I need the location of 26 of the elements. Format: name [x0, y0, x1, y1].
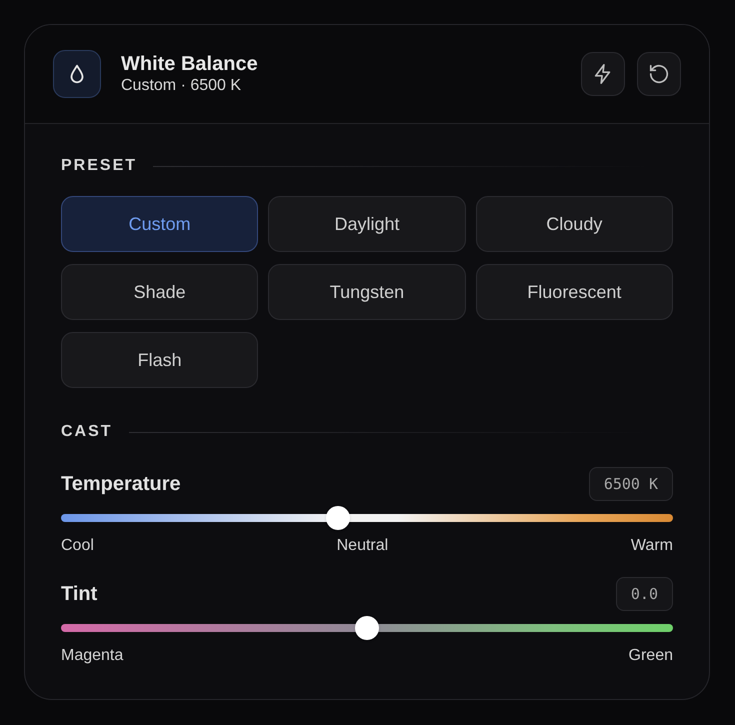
preset-button[interactable]: Fluorescent: [476, 264, 673, 320]
slider-label: Tint: [61, 582, 98, 607]
value-field[interactable]: 0.0: [616, 577, 673, 611]
value-field[interactable]: 6500 K: [588, 467, 673, 501]
slider-thumb[interactable]: [326, 506, 350, 530]
lightning-button[interactable]: [581, 52, 625, 96]
scale-label: Neutral: [336, 536, 388, 556]
preset-button[interactable]: Daylight: [268, 196, 466, 252]
scale-label: Warm: [630, 536, 673, 556]
preset-button[interactable]: Flash: [61, 332, 258, 388]
reset-icon: [648, 63, 670, 85]
section-heading: CAST: [61, 422, 113, 442]
preset-button[interactable]: Custom: [61, 196, 258, 252]
preset-button[interactable]: Shade: [61, 264, 258, 320]
section-heading: PRESET: [61, 156, 138, 176]
slider-thumb[interactable]: [355, 616, 379, 640]
scale-label: Green: [628, 646, 673, 666]
slider-label: Temperature: [61, 472, 181, 497]
reset-button[interactable]: [637, 52, 681, 96]
preset-button[interactable]: Tungsten: [268, 264, 466, 320]
preset-button[interactable]: Cloudy: [476, 196, 673, 252]
scale-label: Cool: [61, 536, 94, 556]
drop-icon: [53, 50, 101, 98]
scale-label: Magenta: [61, 646, 124, 666]
panel-title: White Balance: [121, 52, 258, 76]
panel-subtitle: Custom · 6500 K: [121, 76, 242, 96]
